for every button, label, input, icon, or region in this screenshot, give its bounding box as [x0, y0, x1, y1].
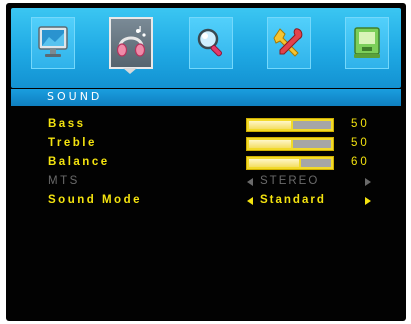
tab-lock[interactable] — [345, 17, 389, 69]
menu-row-mts: MTS STEREO — [6, 173, 406, 191]
sound-headphones-icon — [116, 26, 146, 57]
balance-label: Balance — [48, 156, 110, 168]
tab-sound[interactable] — [109, 17, 153, 69]
menu-row-sound-mode[interactable]: Sound Mode Standard — [6, 192, 406, 210]
picture-monitor-icon — [38, 26, 68, 57]
mts-left-arrow-icon — [247, 178, 253, 186]
bass-slider[interactable] — [246, 118, 334, 132]
bass-slider-fill — [249, 121, 291, 129]
bass-value: 50 — [351, 118, 370, 130]
sound-mode-right-arrow-icon[interactable] — [365, 197, 371, 205]
sound-mode-label: Sound Mode — [48, 194, 142, 206]
treble-slider-track — [293, 140, 331, 148]
treble-slider[interactable] — [246, 137, 334, 151]
treble-label: Treble — [48, 137, 97, 149]
balance-slider-fill — [249, 159, 299, 167]
osd-menu: SOUND Bass 50 Treble 50 Balance 60 MTS S… — [6, 3, 406, 321]
menu-icon-bar — [11, 8, 401, 88]
balance-slider-track — [301, 159, 331, 167]
tab-setup[interactable] — [267, 17, 311, 69]
section-title: SOUND — [47, 90, 103, 103]
lock-screen-icon — [354, 27, 380, 58]
mts-right-arrow-icon — [365, 178, 371, 186]
menu-row-bass[interactable]: Bass 50 — [6, 116, 406, 134]
section-title-bar: SOUND — [11, 89, 401, 106]
sound-mode-left-arrow-icon[interactable] — [247, 197, 253, 205]
selection-pointer — [123, 68, 137, 74]
mts-option: STEREO — [260, 175, 320, 187]
bass-label: Bass — [48, 118, 86, 130]
balance-value: 60 — [351, 156, 370, 168]
tab-search[interactable] — [189, 17, 233, 69]
treble-slider-fill — [249, 140, 291, 148]
bass-slider-track — [293, 121, 331, 129]
search-magnifier-icon — [197, 28, 223, 57]
balance-slider[interactable] — [246, 156, 334, 170]
tab-picture[interactable] — [31, 17, 75, 69]
mts-label: MTS — [48, 175, 80, 187]
menu-row-treble[interactable]: Treble 50 — [6, 135, 406, 153]
sound-mode-option: Standard — [260, 194, 326, 206]
treble-value: 50 — [351, 137, 370, 149]
menu-row-balance[interactable]: Balance 60 — [6, 154, 406, 172]
setup-tools-icon — [273, 28, 303, 57]
